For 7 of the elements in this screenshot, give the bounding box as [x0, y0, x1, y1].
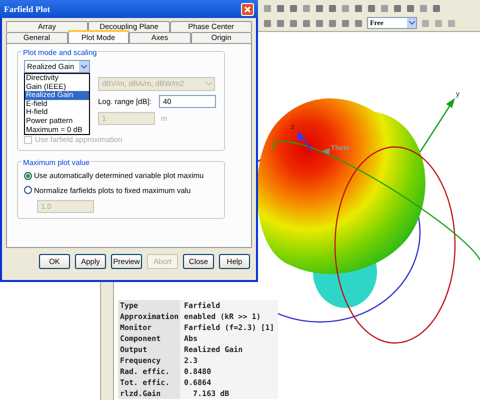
z-axis-arrow	[297, 131, 313, 152]
window-title: Farfield Plot	[4, 2, 50, 16]
caret-icon	[79, 61, 89, 72]
y-axis-arrow	[419, 98, 455, 152]
marker-arrow-icon	[322, 148, 330, 155]
caret-icon	[407, 18, 416, 28]
close-icon[interactable]	[241, 2, 254, 16]
